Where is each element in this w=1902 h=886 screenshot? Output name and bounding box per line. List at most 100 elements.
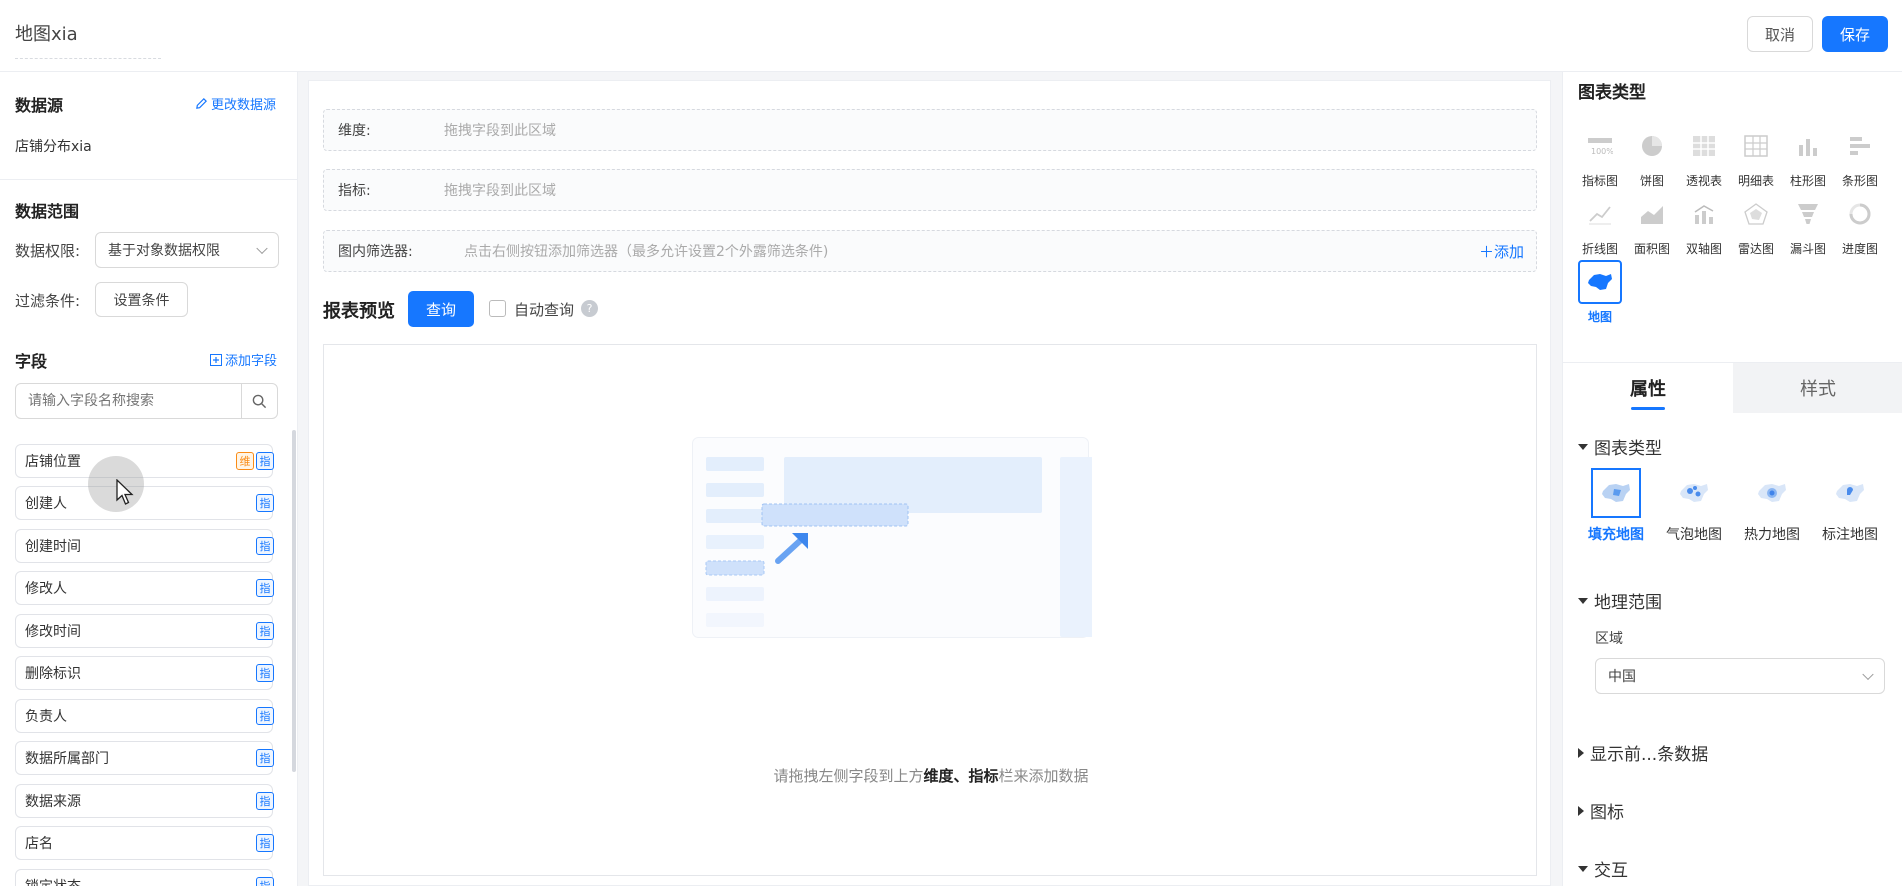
- search-icon: [252, 394, 267, 408]
- permission-label: 数据权限:: [15, 242, 81, 260]
- search-button[interactable]: [241, 384, 277, 418]
- field-item[interactable]: 店铺位置 维指: [15, 444, 274, 478]
- field-item[interactable]: 数据所属部门 指: [15, 741, 274, 775]
- field-item[interactable]: 删除标识 指: [15, 656, 274, 690]
- chart-type-indicator[interactable]: 100% 指标图: [1577, 124, 1623, 189]
- field-item[interactable]: 修改人 指: [15, 571, 274, 605]
- section-interaction[interactable]: 交互: [1578, 856, 1628, 881]
- caret-right-icon: [1578, 747, 1584, 758]
- chart-type-label: 地图: [1587, 310, 1612, 324]
- chart-type-funnel[interactable]: 漏斗图: [1785, 192, 1831, 257]
- dimension-dropzone[interactable]: 维度: 拖拽字段到此区域: [323, 109, 1537, 151]
- add-field-link[interactable]: 添加字段: [210, 350, 277, 369]
- chart-type-area[interactable]: 面积图: [1629, 192, 1675, 257]
- field-item[interactable]: 负责人 指: [15, 699, 274, 733]
- edit-icon: [196, 98, 207, 109]
- chevron-down-icon: [1862, 668, 1874, 681]
- map-type-heat[interactable]: 热力地图: [1737, 468, 1807, 544]
- preview-canvas: 请拖拽左侧字段到上方维度、指标栏来添加数据: [323, 344, 1537, 876]
- report-title[interactable]: 地图xia: [15, 20, 161, 59]
- map-type-bubble[interactable]: 气泡地图: [1659, 468, 1729, 544]
- region-label: 区域: [1595, 631, 1623, 647]
- chart-type-detail[interactable]: 明细表: [1733, 124, 1779, 189]
- active-tab-indicator: [1631, 407, 1665, 410]
- chart-type-pie[interactable]: 饼图: [1629, 124, 1675, 189]
- empty-state-illustration: [692, 437, 1092, 638]
- measure-tag: 指: [256, 749, 274, 767]
- chart-type-line[interactable]: 折线图: [1577, 192, 1623, 257]
- add-field-label: 添加字段: [225, 354, 278, 369]
- left-panel: 数据源 更改数据源 店铺分布xia 数据范围 数据权限: 基于对象数据权限 过滤…: [0, 72, 298, 886]
- chart-type-dual-axis[interactable]: 双轴图: [1681, 192, 1727, 257]
- permission-select[interactable]: 基于对象数据权限: [95, 232, 279, 268]
- measure-dropzone[interactable]: 指标: 拖拽字段到此区域: [323, 169, 1537, 211]
- map-type-marker[interactable]: 标注地图: [1815, 468, 1885, 544]
- preview-title: 报表预览: [323, 301, 395, 322]
- dimension-label: 维度:: [338, 123, 371, 139]
- fill-map-icon: [1591, 468, 1641, 518]
- section-top-n[interactable]: 显示前...条数据: [1578, 740, 1708, 765]
- field-item[interactable]: 创建时间 指: [15, 529, 274, 563]
- chart-type-radar[interactable]: 雷达图: [1733, 192, 1779, 257]
- section-chart-type[interactable]: 图表类型: [1578, 434, 1662, 459]
- chart-type-label: 指标图: [1581, 174, 1618, 188]
- cancel-button[interactable]: 取消: [1747, 16, 1813, 52]
- add-filter-button[interactable]: ＋添加: [1479, 241, 1524, 262]
- chart-type-progress[interactable]: 进度图: [1837, 192, 1883, 257]
- chart-type-column[interactable]: 柱形图: [1785, 124, 1831, 189]
- measure-tag: 指: [256, 494, 274, 512]
- indicator-chart-icon: 100%: [1578, 124, 1622, 168]
- empty-suffix: 栏来添加数据: [998, 767, 1089, 785]
- region-select[interactable]: 中国: [1595, 658, 1885, 694]
- detail-table-icon: [1734, 124, 1778, 168]
- query-button[interactable]: 查询: [408, 291, 474, 327]
- permission-value: 基于对象数据权限: [108, 243, 220, 259]
- map-type-fill[interactable]: 填充地图: [1581, 468, 1651, 544]
- field-item[interactable]: 锁定状态 指: [15, 869, 274, 886]
- field-name: 数据所属部门: [25, 751, 109, 767]
- field-list-scrollbar[interactable]: [292, 430, 296, 772]
- field-item[interactable]: 数据来源 指: [15, 784, 274, 818]
- fields-title: 字段: [15, 352, 48, 371]
- set-filter-button[interactable]: 设置条件: [95, 282, 188, 317]
- auto-query-label: 自动查询: [514, 301, 575, 319]
- change-datasource-link[interactable]: 更改数据源: [195, 94, 276, 113]
- chart-type-label: 饼图: [1639, 174, 1664, 188]
- section-label: 交互: [1594, 861, 1628, 881]
- chevron-down-icon: [256, 242, 268, 255]
- measure-tag: 指: [256, 877, 274, 886]
- measure-tag: 指: [256, 664, 274, 682]
- measure-tag: 指: [256, 707, 274, 725]
- field-item[interactable]: 修改时间 指: [15, 614, 274, 648]
- section-label: 显示前...条数据: [1590, 745, 1709, 765]
- chart-type-pivot[interactable]: 透视表: [1681, 124, 1727, 189]
- tab-properties[interactable]: 属性: [1563, 363, 1733, 413]
- field-name: 创建时间: [25, 539, 81, 555]
- change-datasource-label: 更改数据源: [211, 98, 277, 113]
- map-type-label: 标注地图: [1822, 527, 1878, 543]
- region-value: 中国: [1608, 669, 1636, 685]
- field-item[interactable]: 创建人 指: [15, 486, 274, 520]
- section-geo-range[interactable]: 地理范围: [1578, 588, 1662, 613]
- field-search-input[interactable]: [16, 384, 241, 418]
- heat-map-icon: [1747, 468, 1797, 518]
- pivot-table-icon: [1682, 124, 1726, 168]
- chart-type-map[interactable]: 地图: [1577, 260, 1623, 325]
- header: 地图xia 取消 保存: [0, 0, 1902, 72]
- help-icon[interactable]: ?: [581, 300, 598, 317]
- save-button[interactable]: 保存: [1822, 16, 1888, 52]
- plus-icon: ＋: [1478, 242, 1494, 261]
- section-legend[interactable]: 图标: [1578, 798, 1624, 823]
- field-item[interactable]: 店名 指: [15, 826, 274, 860]
- divider: [0, 179, 297, 180]
- marker-map-icon: [1825, 468, 1875, 518]
- chart-type-bar[interactable]: 条形图: [1837, 124, 1883, 189]
- measure-tag: 指: [256, 452, 274, 470]
- field-name: 修改人: [25, 581, 67, 597]
- center-panel: 维度: 拖拽字段到此区域 指标: 拖拽字段到此区域 图内筛选器: 点击右侧按钮添…: [308, 80, 1551, 886]
- mouse-cursor-icon: [116, 479, 134, 505]
- auto-query-checkbox[interactable]: [489, 300, 506, 317]
- field-list: 店铺位置维指 创建人指 创建时间指 修改人指 修改时间指 删除标识指 负责人指 …: [0, 436, 297, 886]
- tab-style[interactable]: 样式: [1733, 363, 1902, 413]
- field-name: 店名: [25, 836, 53, 852]
